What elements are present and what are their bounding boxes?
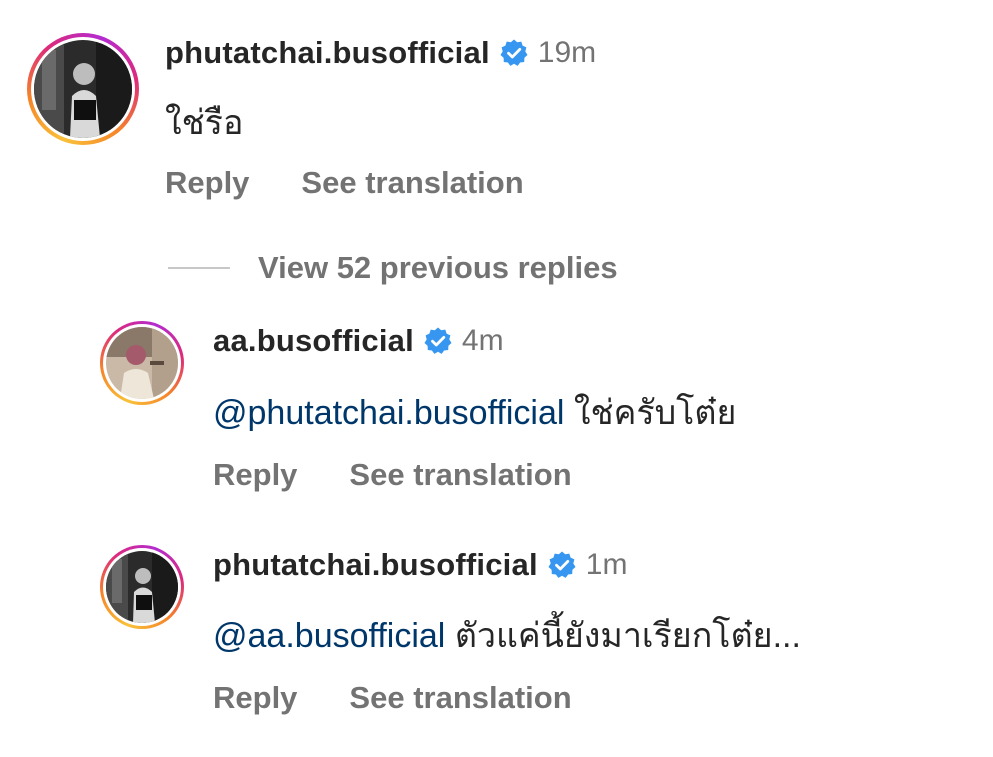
comment-username[interactable]: aa.busofficial xyxy=(213,323,414,359)
reply-button[interactable]: Reply xyxy=(165,165,249,201)
see-translation-button[interactable]: See translation xyxy=(301,165,523,201)
mention-link[interactable]: @phutatchai.busofficial xyxy=(213,394,564,432)
comment-username[interactable]: phutatchai.busofficial xyxy=(213,547,538,583)
see-translation-button[interactable]: See translation xyxy=(349,680,571,716)
mention-link[interactable]: @aa.busofficial xyxy=(213,617,445,655)
view-previous-replies-button[interactable]: View 52 previous replies xyxy=(168,250,618,286)
comment-text: @aa.busofficial ตัวแค่นี้ยังมาเรียกโต๋ย.… xyxy=(213,608,801,662)
comment-timestamp: 19m xyxy=(537,36,597,69)
avatar-story-ring[interactable] xyxy=(100,545,184,629)
avatar xyxy=(34,40,132,138)
comment-body: ใช่รือ xyxy=(165,104,244,142)
comment-username[interactable]: phutatchai.busofficial xyxy=(165,35,490,71)
verified-badge-icon xyxy=(499,38,529,68)
avatar-story-ring[interactable] xyxy=(100,321,184,405)
verified-badge-icon xyxy=(547,550,577,580)
avatar xyxy=(106,327,178,399)
view-previous-replies-label: View 52 previous replies xyxy=(258,250,618,285)
comment-timestamp: 1m xyxy=(585,548,628,581)
verified-badge-icon xyxy=(423,326,453,356)
comment-timestamp: 4m xyxy=(461,324,504,357)
comment-body: ใช่ครับโต๋ย xyxy=(573,394,737,432)
see-translation-button[interactable]: See translation xyxy=(349,457,571,493)
comment-body: ตัวแค่นี้ยังมาเรียกโต๋ย... xyxy=(454,617,801,655)
comment-text: @phutatchai.busofficial ใช่ครับโต๋ย xyxy=(213,385,736,439)
reply-button[interactable]: Reply xyxy=(213,457,297,493)
reply-button[interactable]: Reply xyxy=(213,680,297,716)
avatar-story-ring[interactable] xyxy=(27,33,139,145)
divider-line xyxy=(168,267,230,269)
avatar xyxy=(106,551,178,623)
comment-text: ใช่รือ xyxy=(165,95,243,149)
